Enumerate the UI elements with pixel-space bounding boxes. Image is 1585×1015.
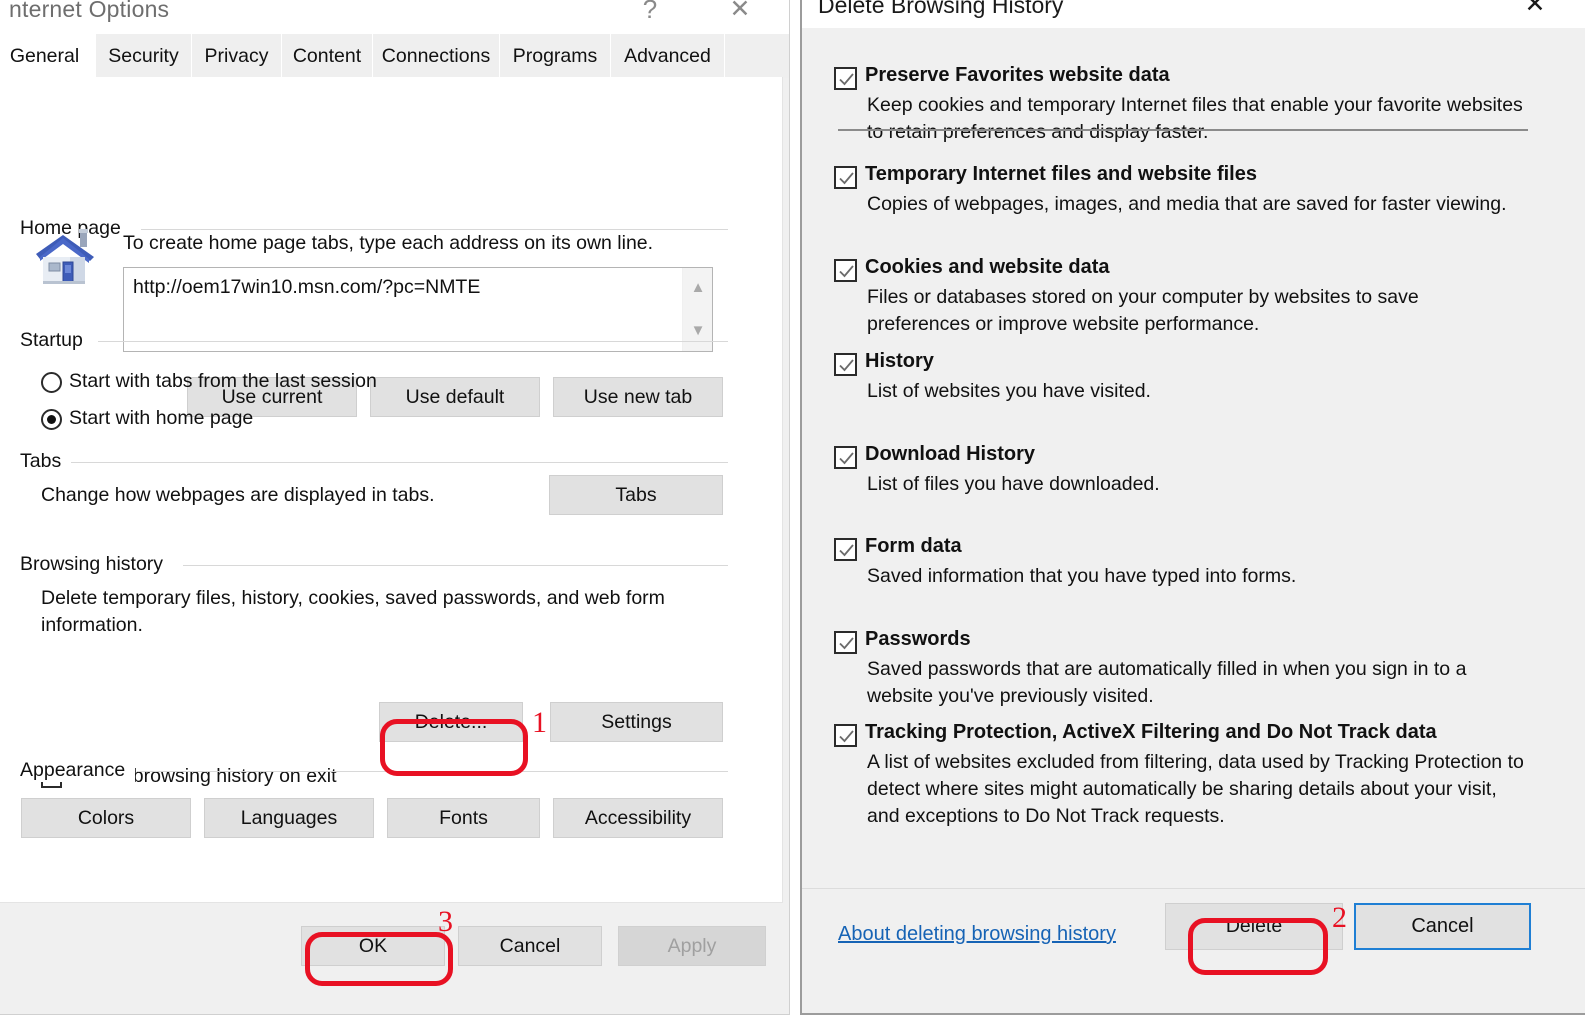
internet-options-titlebar: nternet Options ? ✕: [0, 0, 789, 34]
dbh-title: Delete Browsing History: [818, 0, 1064, 18]
checkbox-checked-icon[interactable]: [834, 446, 857, 469]
tab-content[interactable]: Content: [282, 34, 373, 78]
tabs-group-label: Tabs: [20, 450, 72, 473]
general-tab-panel: Home page To create home page tabs, type…: [0, 77, 783, 902]
list-item-description: List of websites you have visited.: [867, 380, 1151, 402]
list-item-label: Passwords: [865, 628, 971, 650]
tabs-button[interactable]: Tabs: [549, 475, 723, 515]
list-item-label: Preserve Favorites website data: [865, 64, 1170, 86]
use-new-tab-button[interactable]: Use new tab: [553, 377, 723, 417]
dbh-titlebar: Delete Browsing History ✕: [802, 0, 1585, 28]
startup-group-label: Startup: [20, 329, 93, 352]
help-icon[interactable]: ?: [627, 0, 673, 26]
home-house-icon: [36, 229, 94, 284]
list-item-description: Saved information that you have typed in…: [867, 565, 1297, 587]
internet-options-dialog: nternet Options ? ✕ General Security Pri…: [0, 0, 790, 1015]
settings-button[interactable]: Settings: [550, 702, 723, 742]
tab-connections[interactable]: Connections: [373, 34, 500, 78]
list-item-label: Tracking Protection, ActiveX Filtering a…: [865, 721, 1437, 743]
tab-programs[interactable]: Programs: [500, 34, 611, 78]
radio-label: Start with home page: [69, 407, 254, 429]
browsing-history-group-label: Browsing history: [20, 553, 174, 576]
colors-button[interactable]: Colors: [21, 798, 191, 838]
checkbox-checked-icon[interactable]: [834, 724, 857, 747]
radio-label: Start with tabs from the last session: [69, 370, 377, 392]
checkbox-checked-icon[interactable]: [834, 166, 857, 189]
fonts-button[interactable]: Fonts: [387, 798, 540, 838]
list-item-description: Copies of webpages, images, and media th…: [867, 193, 1507, 215]
radio-selected-icon: [41, 409, 62, 430]
chevron-down-icon[interactable]: ▼: [683, 319, 713, 343]
checkbox-checked-icon[interactable]: [834, 259, 857, 282]
divider: [71, 462, 728, 463]
list-item-description: Files or databases stored on your comput…: [867, 286, 1419, 335]
delete-browsing-history-dialog: Delete Browsing History ✕ Preserve Favor…: [800, 0, 1585, 1015]
home-page-url-value: http://oem17win10.msn.com/?pc=NMTE: [133, 276, 481, 298]
dbh-footer: About deleting browsing history Delete C…: [802, 888, 1585, 985]
list-item-description: A list of websites excluded from filteri…: [867, 751, 1524, 827]
tab-general[interactable]: General: [0, 34, 96, 78]
delete-ellipsis-button[interactable]: Delete...: [379, 702, 523, 742]
divider: [838, 129, 1528, 131]
tab-bar: General Security Privacy Content Connect…: [0, 34, 789, 78]
divider: [98, 341, 728, 342]
list-item-description: Keep cookies and temporary Internet file…: [867, 94, 1523, 143]
list-item-label: Temporary Internet files and website fil…: [865, 163, 1257, 185]
tab-security[interactable]: Security: [96, 34, 192, 78]
close-icon[interactable]: ✕: [1512, 0, 1558, 20]
appearance-group-label: Appearance: [20, 759, 136, 782]
tabs-description: Change how webpages are displayed in tab…: [41, 484, 435, 506]
radio-icon: [41, 372, 62, 393]
list-item-description: Saved passwords that are automatically f…: [867, 658, 1467, 707]
list-item-label: Cookies and website data: [865, 256, 1110, 278]
list-item-label: Form data: [865, 535, 962, 557]
chevron-up-icon[interactable]: ▲: [683, 276, 713, 300]
checkbox-checked-icon[interactable]: [834, 538, 857, 561]
tab-advanced[interactable]: Advanced: [611, 34, 725, 78]
home-page-instruction: To create home page tabs, type each addr…: [123, 232, 654, 254]
close-icon[interactable]: ✕: [717, 0, 763, 26]
internet-options-footer: OK Cancel Apply: [0, 902, 783, 988]
dbh-options-list: Preserve Favorites website data Keep coo…: [802, 28, 1585, 888]
dbh-cancel-button[interactable]: Cancel: [1354, 903, 1531, 950]
checkbox-checked-icon[interactable]: [834, 353, 857, 376]
apply-button: Apply: [618, 926, 766, 966]
dbh-delete-button[interactable]: Delete: [1165, 903, 1343, 950]
tab-privacy[interactable]: Privacy: [192, 34, 282, 78]
checkbox-checked-icon[interactable]: [834, 631, 857, 654]
list-item-label: Download History: [865, 443, 1036, 465]
accessibility-button[interactable]: Accessibility: [553, 798, 723, 838]
checkbox-checked-icon[interactable]: [834, 67, 857, 90]
divider: [183, 565, 728, 566]
ok-button[interactable]: OK: [301, 926, 445, 966]
page-title: nternet Options: [9, 0, 170, 22]
home-page-url-textarea[interactable]: http://oem17win10.msn.com/?pc=NMTE ▲ ▼: [123, 267, 713, 352]
use-default-button[interactable]: Use default: [370, 377, 540, 417]
languages-button[interactable]: Languages: [204, 798, 374, 838]
list-item-label: History: [865, 350, 934, 372]
about-deleting-browsing-history-link[interactable]: About deleting browsing history: [838, 923, 1116, 946]
divider: [137, 771, 728, 772]
list-item-description: List of files you have downloaded.: [867, 473, 1160, 495]
textarea-scrollbar[interactable]: ▲ ▼: [682, 268, 712, 351]
cancel-button[interactable]: Cancel: [458, 926, 602, 966]
browsing-history-description: Delete temporary files, history, cookies…: [41, 587, 665, 636]
